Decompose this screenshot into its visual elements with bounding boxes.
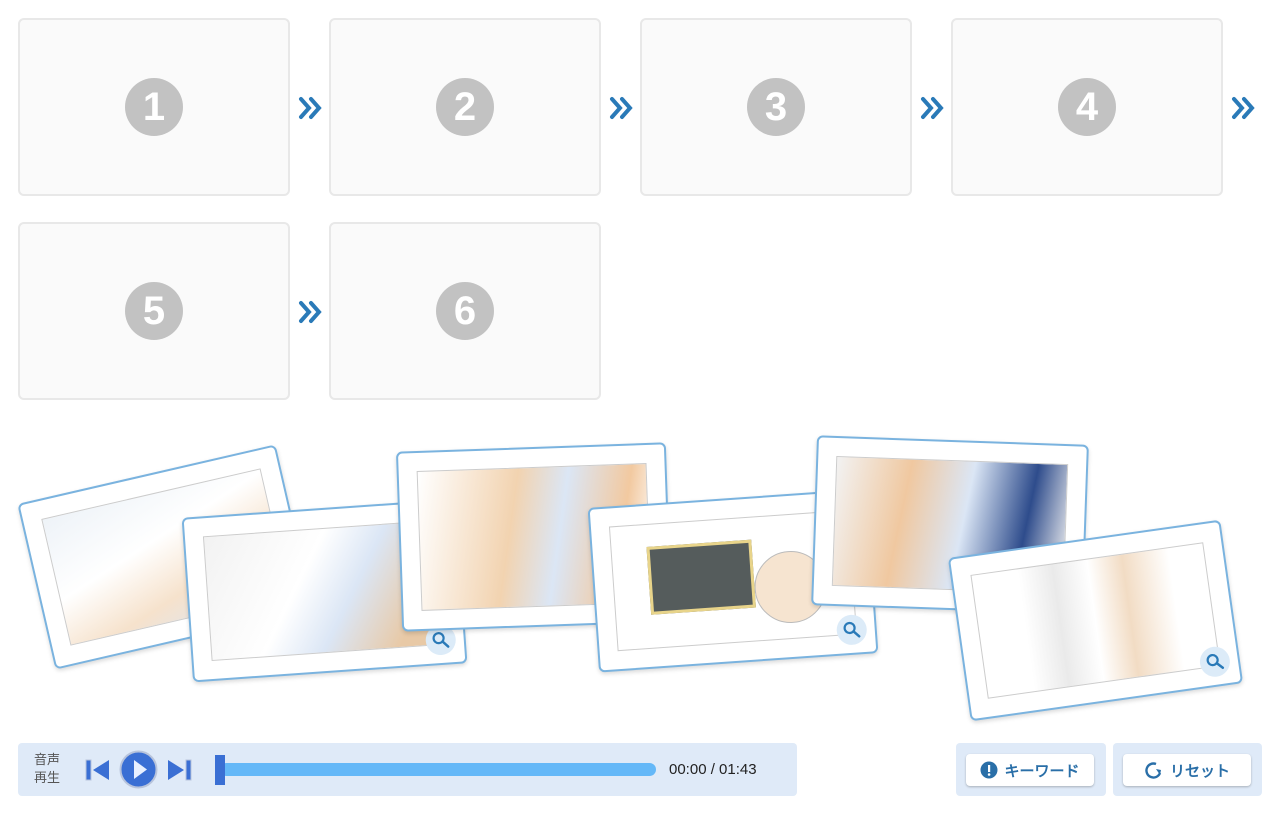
reset-button[interactable]: リセット (1123, 754, 1251, 786)
progress-track[interactable] (220, 763, 656, 776)
audio-label: 音声 再生 (34, 752, 60, 788)
audio-label-line1: 音声 (34, 753, 61, 768)
slot-3[interactable]: 3 (640, 18, 912, 196)
audio-player: 音声再生 00:00 / 01:43 (18, 743, 797, 796)
slot-4[interactable]: 4 (951, 18, 1223, 196)
audio-label-line2: 再生 (34, 771, 61, 786)
double-chevron-right-icon (610, 97, 633, 119)
double-chevron-right-icon (299, 97, 322, 119)
slot-number: 4 (1058, 78, 1116, 136)
double-chevron-right-icon (921, 97, 944, 119)
keyword-label: キーワード (1004, 761, 1080, 780)
skip-back-icon[interactable] (85, 758, 111, 782)
slot-number: 2 (436, 78, 494, 136)
slot-6[interactable]: 6 (329, 222, 601, 400)
double-chevron-right-icon (1232, 97, 1255, 119)
exclamation-icon (980, 761, 998, 779)
slot-number: 5 (125, 282, 183, 340)
double-chevron-right-icon (299, 301, 322, 323)
slot-5[interactable]: 5 (18, 222, 290, 400)
reset-icon (1145, 762, 1162, 779)
time-display: 00:00 / 01:43 (669, 761, 757, 778)
play-icon[interactable] (119, 750, 158, 789)
keyword-panel: キーワード (956, 743, 1106, 796)
zoom-icon[interactable] (835, 613, 868, 646)
keyword-button[interactable]: キーワード (966, 754, 1094, 786)
slot-2[interactable]: 2 (329, 18, 601, 196)
illustration-boy-and-girl (970, 542, 1221, 699)
skip-forward-icon[interactable] (166, 758, 192, 782)
reset-panel: リセット (1113, 743, 1262, 796)
slot-number: 6 (436, 282, 494, 340)
reset-label: リセット (1169, 761, 1230, 780)
progress-handle[interactable] (215, 755, 225, 785)
slot-number: 1 (125, 78, 183, 136)
slot-number: 3 (747, 78, 805, 136)
slot-1[interactable]: 1 (18, 18, 290, 196)
